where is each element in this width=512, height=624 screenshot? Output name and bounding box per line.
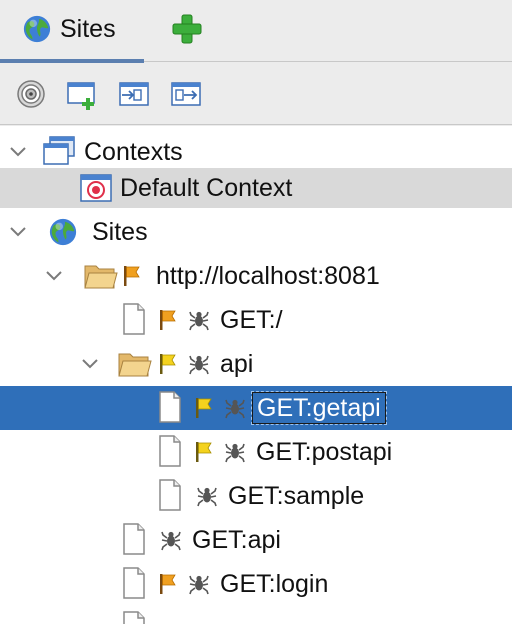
tree-node-label: GET:getapi [251,391,387,425]
tree-node-label: Contexts [84,138,183,166]
flag-orange-icon [122,265,142,287]
tree-node-label: GET:/ [220,306,283,334]
new-context-icon[interactable] [66,78,100,110]
spider-icon [224,397,246,419]
chevron-down-icon[interactable] [80,354,100,374]
tree-node-get-api[interactable]: GET:api [0,518,512,562]
flag-orange-icon [158,573,178,595]
sites-tree[interactable]: Contexts Default Context Sites http://lo… [0,126,512,624]
tree-node-api-folder[interactable]: api [0,342,512,386]
tree-node-label: Sites [92,218,148,246]
tab-bar: Sites [0,0,512,63]
tree-node-label: http://localhost:8081 [156,262,380,290]
tree-node-label: GET:api [192,526,281,554]
contexts-icon [42,136,76,166]
spider-icon [224,441,246,463]
tree-node-host[interactable]: http://localhost:8081 [0,254,512,298]
spider-icon [196,485,218,507]
tree-node-get-login[interactable]: GET:login [0,562,512,606]
tree-node-label: Default Context [120,174,293,202]
globe-icon [48,217,78,247]
tree-node-label: GET:sample [228,482,365,510]
toolbar [0,63,512,125]
context-target-icon [80,174,112,202]
tab-label: Sites [60,15,116,43]
spider-icon [188,573,210,595]
tree-node-label: GET:login [220,570,329,598]
page-icon [122,567,146,599]
page-icon [158,391,182,423]
tree-node-get-getapi[interactable]: GET:getapi [0,386,512,430]
tree-node-label: api [220,350,254,378]
tree-node-get-postapi[interactable]: GET:postapi [0,430,512,474]
page-icon [158,479,182,511]
spider-icon [188,353,210,375]
chevron-down-icon[interactable] [8,222,28,242]
chevron-down-icon[interactable] [8,142,28,162]
flag-yellow-icon [194,441,214,463]
flag-orange-icon [158,309,178,331]
page-icon [158,435,182,467]
tree-node-default-context[interactable]: Default Context [0,168,512,208]
globe-icon [22,14,52,44]
tree-node-get-sample[interactable]: GET:sample [0,474,512,518]
tab-sites[interactable]: Sites [0,0,144,63]
spider-icon [160,529,182,551]
flag-yellow-icon [158,353,178,375]
export-context-icon[interactable] [170,78,204,110]
chevron-down-icon[interactable] [44,266,64,286]
spider-icon [188,309,210,331]
flag-yellow-icon [194,397,214,419]
tree-node-get-root[interactable]: GET:/ [0,298,512,342]
tree-node-partial[interactable] [0,606,512,624]
target-icon[interactable] [14,78,48,110]
page-icon [122,303,146,335]
folder-icon [118,350,152,378]
plus-icon[interactable] [170,12,204,46]
tree-node-label: GET:postapi [256,438,393,466]
page-icon [122,611,146,624]
tree-node-sites[interactable]: Sites [0,210,512,254]
page-icon [122,523,146,555]
folder-icon [84,262,118,290]
import-context-icon[interactable] [118,78,152,110]
